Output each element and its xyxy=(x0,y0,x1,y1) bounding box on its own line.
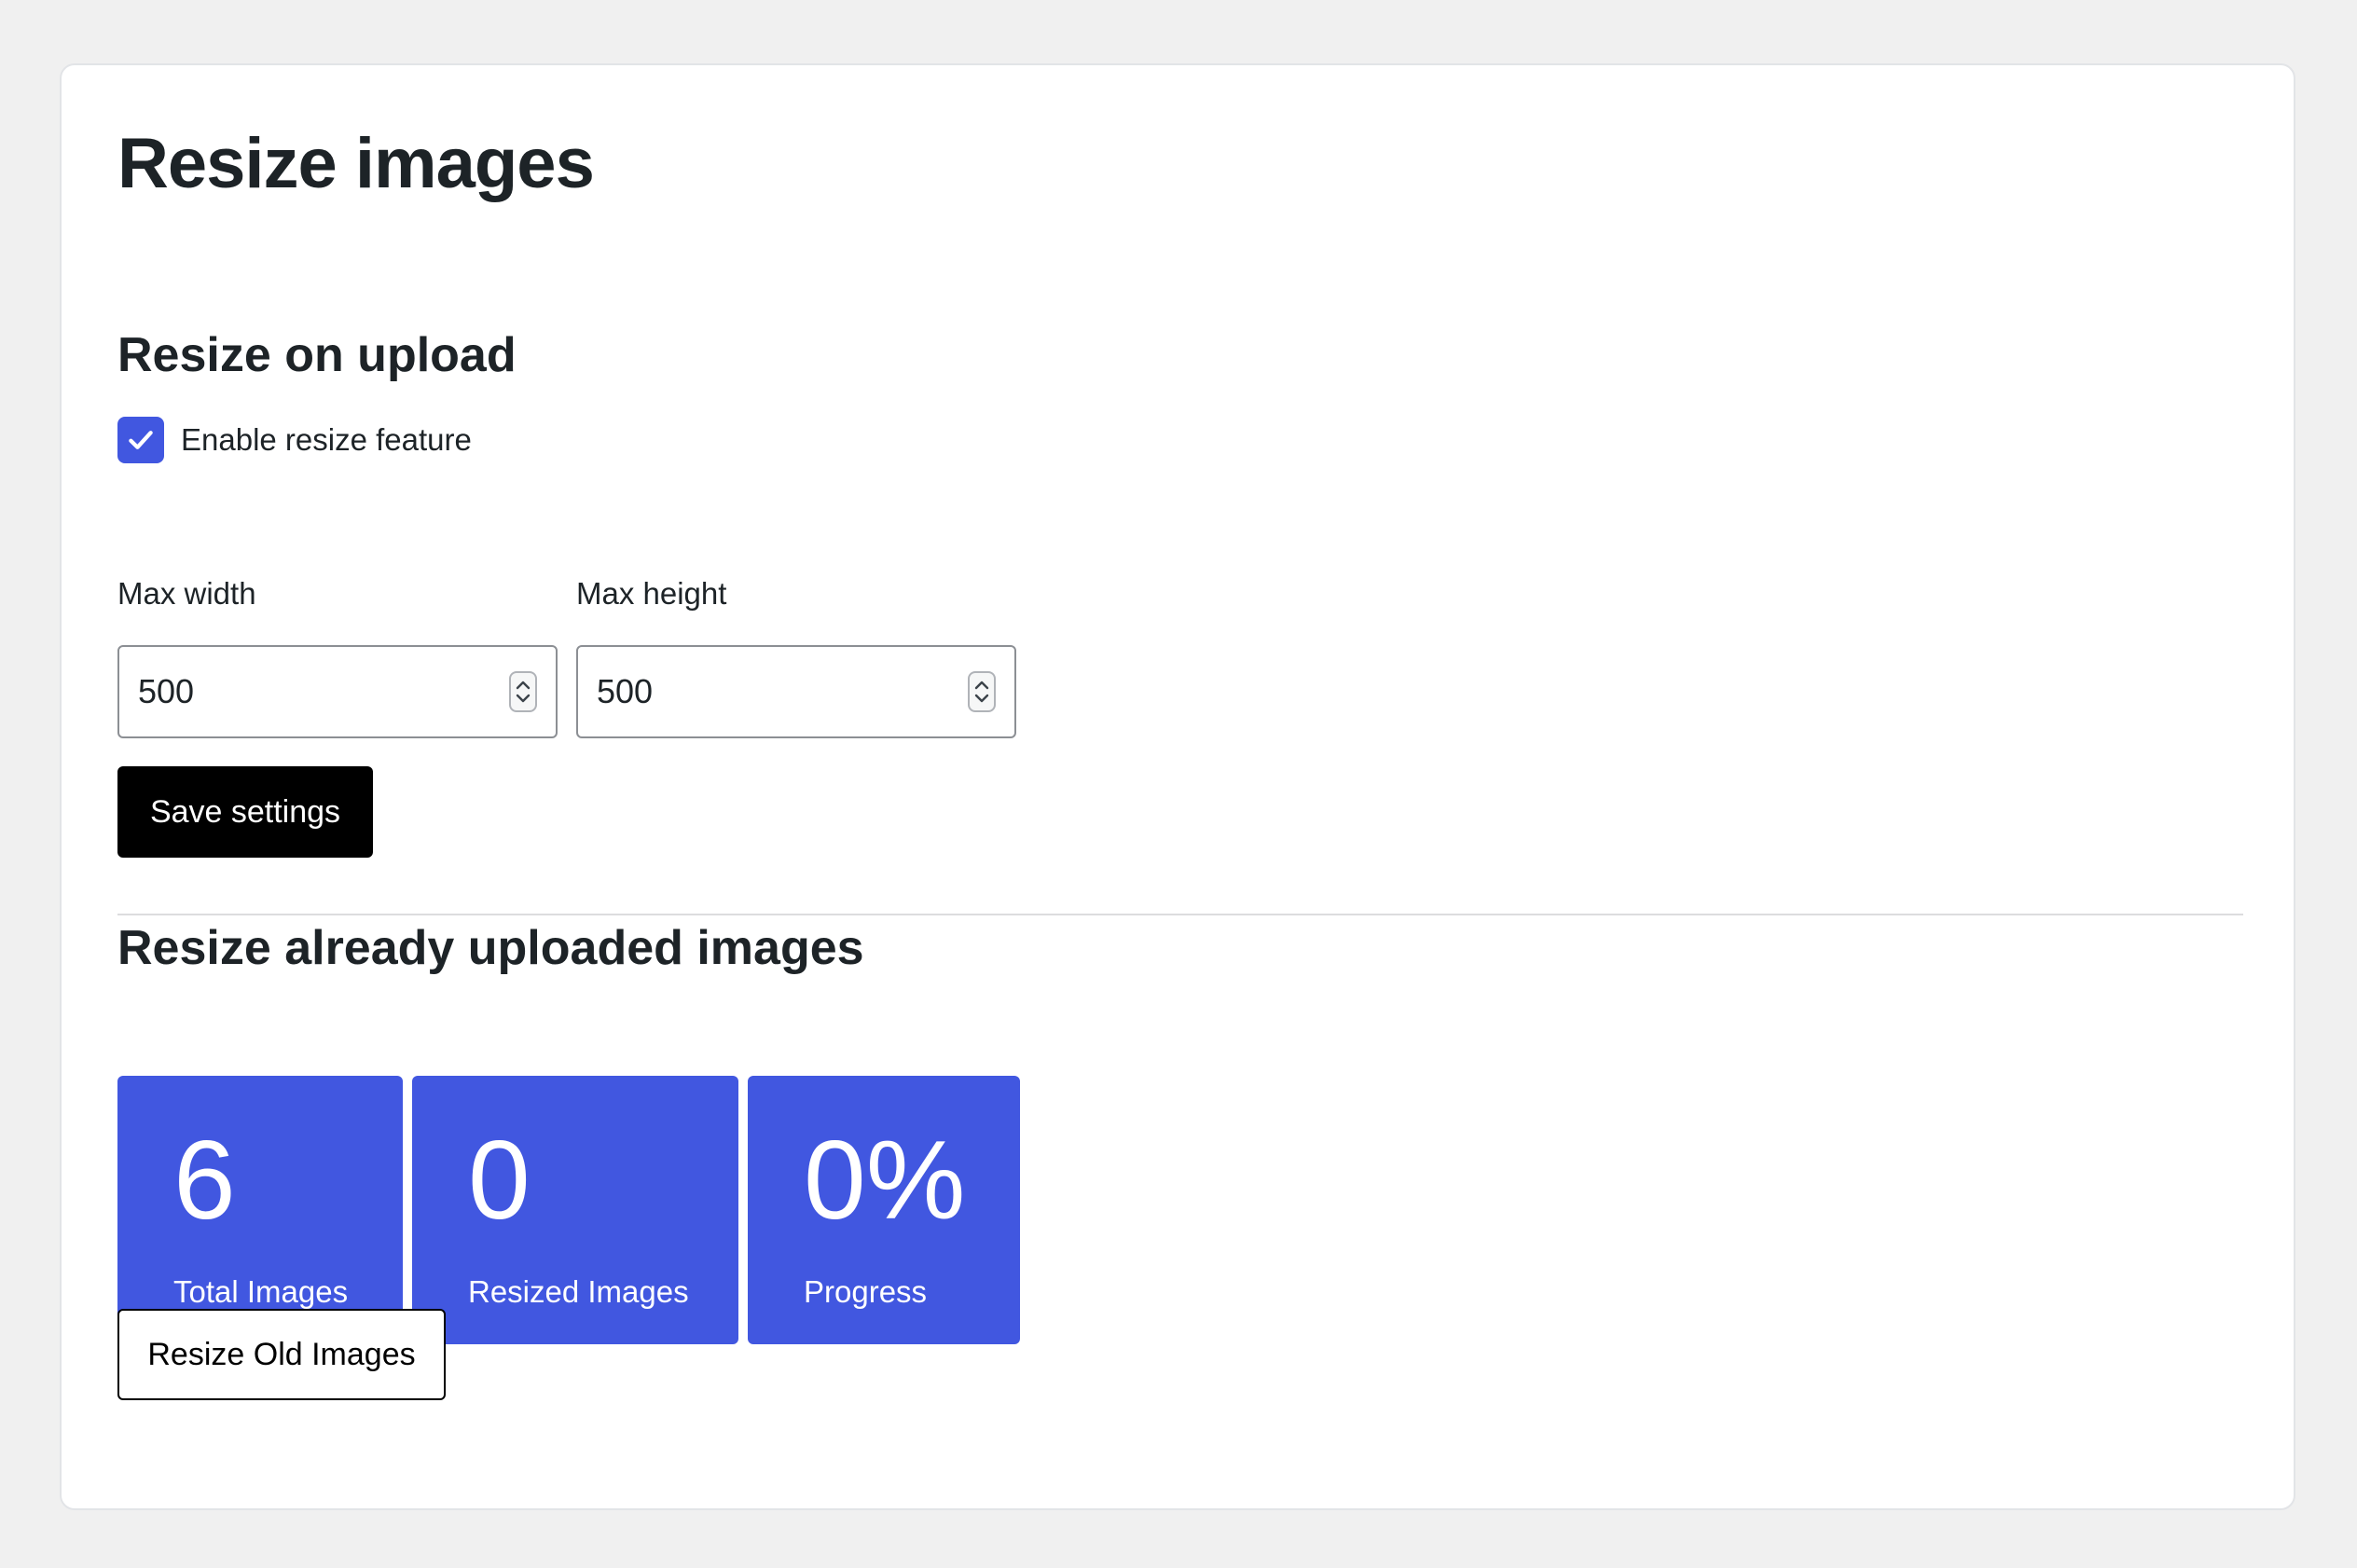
max-height-stepper[interactable] xyxy=(968,671,996,712)
stat-total-images: 6 Total Images xyxy=(117,1076,403,1344)
section-title-resize-existing: Resize already uploaded images xyxy=(117,921,864,975)
stat-progress: 0% Progress xyxy=(748,1076,1020,1344)
max-height-value: 500 xyxy=(597,672,654,710)
stat-progress-value: 0% xyxy=(804,1118,966,1243)
max-width-input[interactable]: 500 xyxy=(117,645,558,738)
section-title-resize-on-upload: Resize on upload xyxy=(117,328,517,382)
max-height-label: Max height xyxy=(576,576,727,611)
stepper-arrows-icon xyxy=(974,681,989,703)
save-settings-button[interactable]: Save settings xyxy=(117,766,373,858)
settings-card: Resize images Resize on upload Enable re… xyxy=(60,63,2295,1510)
stat-progress-label: Progress xyxy=(804,1274,928,1309)
stat-total-label: Total Images xyxy=(173,1274,349,1309)
resize-old-images-button[interactable]: Resize Old Images xyxy=(117,1309,446,1400)
enable-resize-row[interactable]: Enable resize feature xyxy=(117,416,472,464)
page-title: Resize images xyxy=(117,124,595,203)
check-icon xyxy=(129,431,153,449)
stat-resized-value: 0 xyxy=(468,1118,531,1243)
section-divider xyxy=(117,914,2243,915)
enable-resize-checkbox[interactable] xyxy=(117,417,164,463)
max-width-value: 500 xyxy=(138,672,195,710)
max-width-label: Max width xyxy=(117,576,256,611)
stat-total-value: 6 xyxy=(173,1118,236,1243)
enable-resize-label: Enable resize feature xyxy=(181,422,472,457)
stat-resized-images: 0 Resized Images xyxy=(412,1076,738,1344)
stepper-arrows-icon xyxy=(516,681,531,703)
max-height-input[interactable]: 500 xyxy=(576,645,1016,738)
max-width-stepper[interactable] xyxy=(509,671,537,712)
stat-resized-label: Resized Images xyxy=(468,1274,689,1309)
